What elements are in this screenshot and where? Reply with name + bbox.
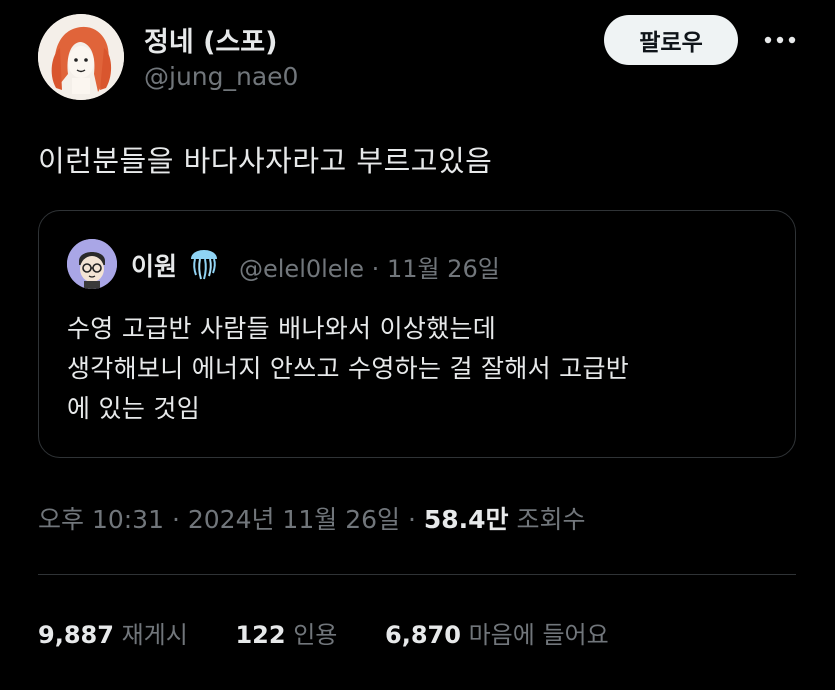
- author-display-name[interactable]: 정네 (스포): [144, 20, 277, 59]
- quoted-handle-date: @elel0lele · 11월 26일: [239, 249, 500, 284]
- quoted-text-line: 에 있는 것임: [67, 394, 200, 423]
- quotes-count: 122: [235, 621, 286, 649]
- tweet-text: 이런분들을 바다사자라고 부르고있음: [38, 144, 493, 178]
- quoted-text-line: 생각해보니 에너지 안쓰고 수영하는 걸 잘해서 고급반: [67, 354, 630, 383]
- tweet-meta: 오후 10:31 · 2024년 11월 26일 · 58.4만 조회수: [38, 500, 586, 536]
- quoted-author-name[interactable]: 이원: [131, 247, 177, 283]
- quoted-text-line: 수영 고급반 사람들 배나와서 이상했는데: [67, 314, 497, 343]
- follow-button[interactable]: 팔로우: [604, 15, 738, 65]
- quotes-stat[interactable]: 122 인용: [235, 615, 337, 650]
- tweet-date[interactable]: 2024년 11월 26일: [188, 505, 400, 534]
- reposts-count: 9,887: [38, 621, 114, 649]
- more-horizontal-icon[interactable]: [760, 20, 800, 60]
- quoted-tweet-card[interactable]: 이원 @elel0lele · 11월 26일 수영 고급반 사람들 배나와서 …: [38, 210, 796, 458]
- quoted-author-avatar[interactable]: [67, 239, 117, 289]
- views-count: 58.4만: [423, 505, 509, 534]
- quotes-label: 인용: [293, 621, 338, 649]
- separator-dot: ·: [407, 505, 416, 534]
- likes-count: 6,870: [385, 621, 461, 649]
- separator-dot: ·: [371, 255, 380, 283]
- likes-label: 마음에 들어요: [468, 621, 609, 649]
- engagement-stats: 9,887 재게시 122 인용 6,870 마음에 들어요: [38, 615, 609, 650]
- quoted-date[interactable]: 11월 26일: [387, 255, 500, 283]
- reposts-label: 재게시: [121, 621, 188, 649]
- divider: [38, 574, 796, 575]
- author-handle[interactable]: @jung_nae0: [144, 62, 298, 91]
- author-avatar[interactable]: [38, 14, 124, 100]
- views-label: 조회수: [516, 505, 586, 534]
- separator-dot: ·: [171, 505, 180, 534]
- tweet-time[interactable]: 오후 10:31: [38, 505, 164, 534]
- quoted-handle[interactable]: @elel0lele: [239, 255, 364, 283]
- likes-stat[interactable]: 6,870 마음에 들어요: [385, 615, 609, 650]
- reposts-stat[interactable]: 9,887 재게시: [38, 615, 188, 650]
- jellyfish-icon: [187, 243, 221, 281]
